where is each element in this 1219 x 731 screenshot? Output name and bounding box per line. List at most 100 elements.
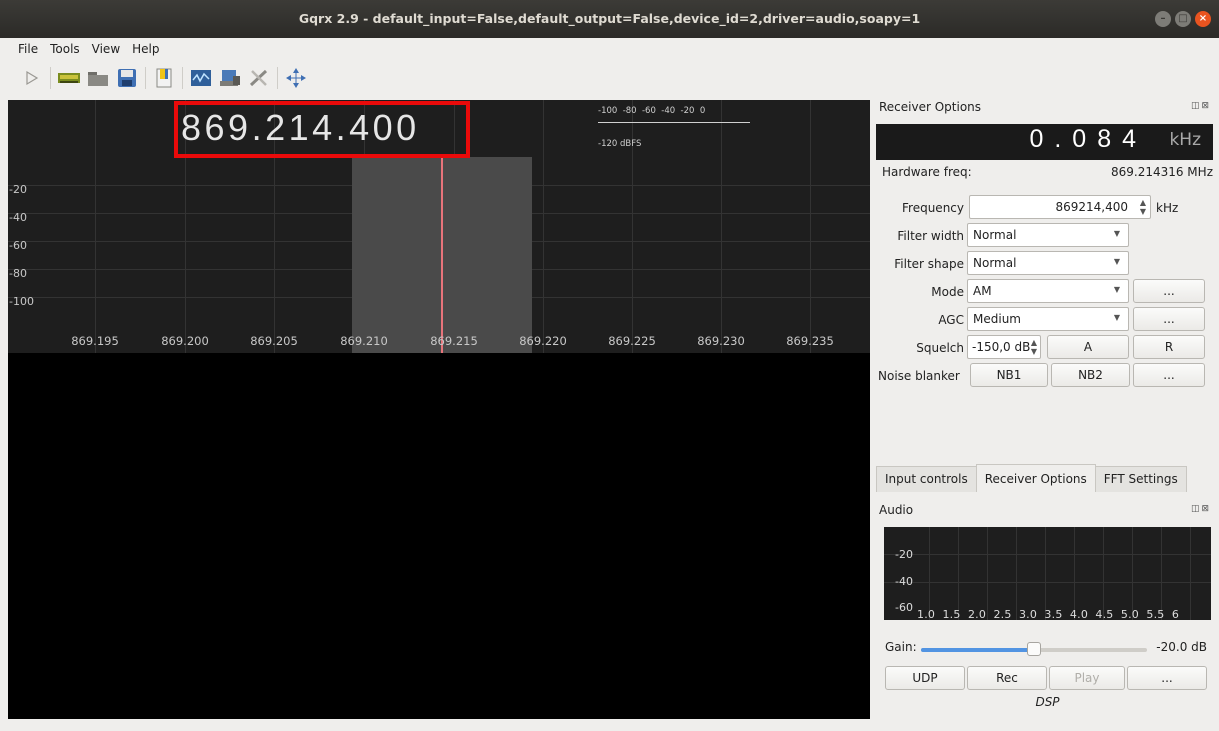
center-fft-icon[interactable] [284, 66, 308, 90]
minimize-button[interactable]: – [1155, 11, 1171, 27]
menu-view[interactable]: View [92, 42, 120, 56]
hardware-freq-label: Hardware freq: [882, 165, 972, 179]
toolbar [0, 60, 1219, 96]
nb2-button[interactable]: NB2 [1051, 363, 1130, 387]
filter-shape-label: Filter shape [894, 257, 964, 271]
panel-title: Audio [879, 503, 914, 517]
db-label: -40 [9, 211, 27, 224]
spin-arrows-icon[interactable]: ▲ ▼ [1140, 198, 1146, 216]
audio-db-label: -60 [895, 601, 913, 614]
demod-center-line[interactable] [441, 157, 443, 353]
noise-blanker-options-button[interactable]: ... [1133, 363, 1205, 387]
window-controls: – □ × [1155, 11, 1211, 27]
hardware-icon[interactable] [57, 66, 81, 90]
grid-line [1190, 527, 1191, 620]
close-button[interactable]: × [1195, 11, 1211, 27]
filter-shape-value: Normal [973, 256, 1017, 270]
offset-unit: kHz [1169, 130, 1201, 150]
audio-freq-labels: 1.0 1.5 2.0 2.5 3.0 3.5 4.0 4.5 5.0 5.5 … [917, 608, 1180, 620]
audio-options-button[interactable]: ... [1127, 666, 1207, 690]
freq-label: 869.235 [786, 334, 834, 348]
agc-select[interactable]: Medium ▼ [967, 307, 1129, 331]
squelch-input[interactable]: -150,0 dB ▲ ▼ [967, 335, 1041, 359]
tools-icon[interactable] [247, 66, 271, 90]
grid-line [1161, 527, 1162, 620]
squelch-reset-button[interactable]: R [1133, 335, 1205, 359]
spin-arrows-icon[interactable]: ▲ ▼ [1031, 338, 1037, 356]
filter-width-select[interactable]: Normal ▼ [967, 223, 1129, 247]
gain-slider-handle[interactable] [1027, 642, 1041, 656]
toolbar-separator [182, 67, 183, 89]
smeter-unit: -120 dBFS [598, 139, 642, 149]
main-frequency-display[interactable]: 869.214.400 [174, 101, 470, 158]
filter-width-label: Filter width [897, 229, 964, 243]
agc-value: Medium [973, 312, 1021, 326]
offset-frequency-display[interactable]: 0.084 kHz [876, 124, 1213, 160]
frequency-input[interactable]: 869214,400 ▲ ▼ [969, 195, 1151, 219]
menu-bar: File Tools View Help [0, 38, 1219, 60]
frequency-label: Frequency [902, 201, 964, 215]
window-title: Gqrx 2.9 - default_input=False,default_o… [298, 11, 921, 26]
grid-line [958, 527, 959, 620]
title-bar: Gqrx 2.9 - default_input=False,default_o… [0, 0, 1219, 38]
play-icon[interactable] [20, 66, 44, 90]
dock-float-close-icon[interactable]: ◫⊠ [1191, 101, 1211, 111]
chevron-down-icon: ▼ [1113, 313, 1120, 322]
tab-fft-settings[interactable]: FFT Settings [1094, 466, 1187, 492]
freq-label: 869.210 [340, 334, 388, 348]
db-label: -60 [9, 239, 27, 252]
gain-label: Gain: [885, 640, 917, 654]
tab-input-controls[interactable]: Input controls [876, 466, 977, 492]
chevron-down-icon: ▼ [1113, 285, 1120, 294]
bookmark-icon[interactable] [152, 66, 176, 90]
udp-button[interactable]: UDP [885, 666, 965, 690]
freq-label: 869.215 [430, 334, 478, 348]
maximize-button[interactable]: □ [1175, 11, 1191, 27]
grid-line [1132, 527, 1133, 620]
spectrum-plotter[interactable]: -20 -40 -60 -80 -100 869.195 869.200 869… [8, 100, 870, 353]
grid-line [95, 100, 96, 353]
play-button[interactable]: Play [1049, 666, 1125, 690]
menu-help[interactable]: Help [132, 42, 159, 56]
grid-line [810, 100, 811, 353]
audio-db-label: -20 [895, 548, 913, 561]
toolbar-separator [145, 67, 146, 89]
squelch-auto-button[interactable]: A [1047, 335, 1129, 359]
freq-label: 869.220 [519, 334, 567, 348]
waterfall-display[interactable] [8, 353, 870, 719]
freq-label: 869.230 [697, 334, 745, 348]
nb1-button[interactable]: NB1 [970, 363, 1048, 387]
audio-fft-plot[interactable]: -20 -40 -60 1.0 1.5 2.0 2.5 3.0 3.5 4.0 … [884, 527, 1211, 620]
gain-slider-fill [921, 648, 1034, 652]
chevron-down-icon: ▼ [1113, 229, 1120, 238]
gain-slider[interactable] [921, 642, 1147, 656]
audio-panel: Audio ◫⊠ -20 -40 -60 1.0 1.5 2.0 2.5 3.0… [876, 497, 1219, 722]
freq-label: 869.200 [161, 334, 209, 348]
filter-shape-select[interactable]: Normal ▼ [967, 251, 1129, 275]
grid-line [1103, 527, 1104, 620]
save-icon[interactable] [115, 66, 139, 90]
mode-options-button[interactable]: ... [1133, 279, 1205, 303]
status-bar [0, 719, 1219, 731]
mode-value: AM [973, 284, 992, 298]
freq-label: 869.195 [71, 334, 119, 348]
dock-float-close-icon[interactable]: ◫⊠ [1191, 504, 1211, 514]
db-label: -80 [9, 267, 27, 280]
dsp-icon[interactable] [189, 66, 213, 90]
menu-file[interactable]: File [18, 42, 38, 56]
open-folder-icon[interactable] [86, 66, 110, 90]
toolbar-separator [50, 67, 51, 89]
noise-blanker-label: Noise blanker [878, 369, 960, 383]
signal-meter: -100 -80 -60 -40 -20 0 -120 dBFS [598, 106, 758, 149]
agc-options-button[interactable]: ... [1133, 307, 1205, 331]
grid-line [929, 527, 930, 620]
grid-line [1016, 527, 1017, 620]
tab-receiver-options[interactable]: Receiver Options [975, 464, 1096, 492]
mode-select[interactable]: AM ▼ [967, 279, 1129, 303]
chevron-down-icon: ▼ [1113, 257, 1120, 266]
device-config-icon[interactable] [218, 66, 242, 90]
dsp-label: DSP [1035, 695, 1060, 709]
record-button[interactable]: Rec [967, 666, 1047, 690]
mode-label: Mode [931, 285, 964, 299]
menu-tools[interactable]: Tools [50, 42, 80, 56]
